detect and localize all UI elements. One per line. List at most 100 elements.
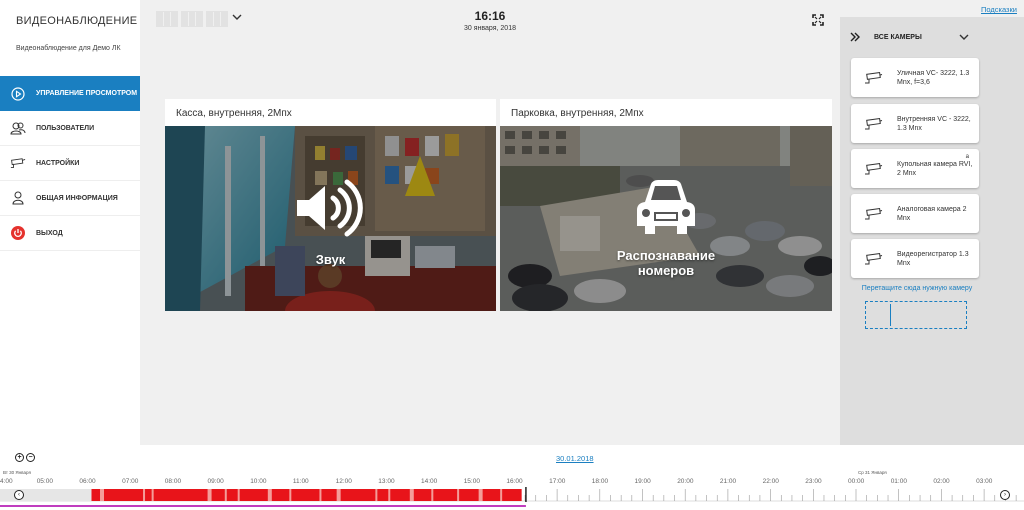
- speaker-icon: [297, 179, 363, 237]
- layout-9-button[interactable]: [206, 11, 228, 27]
- recording-gap: [375, 489, 378, 501]
- hour-label: 4:00: [0, 478, 13, 485]
- nav-item-label: ВЫХОД: [36, 229, 63, 237]
- recording-gap: [431, 489, 434, 501]
- chevron-down-icon[interactable]: [958, 32, 970, 42]
- users-icon: [10, 120, 26, 136]
- nav-item-label: НАСТРОЙКИ: [36, 159, 80, 167]
- timeline-prev-icon[interactable]: ‹: [14, 490, 24, 500]
- cameras-panel-header: ВСЕ КАМЕРЫ: [850, 30, 970, 44]
- drop-zone[interactable]: [865, 301, 967, 329]
- hour-label: 21:00: [719, 478, 737, 485]
- camera-title: Касса, внутренняя, 2Мпх: [176, 108, 292, 119]
- recording-gap: [237, 489, 240, 501]
- recording-gap: [267, 489, 272, 501]
- camera-tile-parking[interactable]: Парковка, внутренняя, 2Мпх Распознавание…: [500, 99, 832, 311]
- camera-card-name: Купольная камера RVI, 2 Mnx: [897, 160, 973, 177]
- collapse-panel-icon[interactable]: [850, 32, 860, 42]
- cameras-panel-title: ВСЕ КАМЕРЫ: [874, 33, 922, 41]
- recording-gap: [100, 489, 105, 501]
- camera-feature-label: Распознавание номеров: [616, 248, 716, 278]
- camera-card[interactable]: Аналоговая камера 2 Mnx: [851, 194, 979, 233]
- hour-label: 02:00: [933, 478, 950, 485]
- hour-label: 22:00: [762, 478, 779, 485]
- recording-gap: [151, 489, 154, 501]
- hour-label: 07:00: [122, 478, 139, 485]
- hour-label: 23:00: [805, 478, 822, 485]
- cctv-camera-icon: [865, 207, 883, 219]
- cctv-camera-icon: [865, 162, 883, 174]
- hour-label: 12:00: [335, 478, 352, 485]
- cctv-camera-icon: [865, 117, 883, 129]
- hour-label: 19:00: [634, 478, 651, 485]
- nav-item-general-info[interactable]: ОБЩАЯ ИНФОРМАЦИЯ: [0, 181, 140, 216]
- hour-label: 17:00: [549, 478, 566, 485]
- hour-label: 08:00: [164, 478, 182, 485]
- recording-gap: [319, 489, 322, 501]
- nav-item-users[interactable]: ПОЛЬЗОВАТЕЛИ: [0, 111, 140, 146]
- camera-video[interactable]: Звук: [165, 126, 496, 311]
- sidebar: ВИДЕОНАБЛЮДЕНИЕ Видеонаблюдение для Демо…: [0, 0, 140, 445]
- camera-card-name: Аналоговая камера 2 Mnx: [897, 205, 967, 222]
- play-circle-icon: [10, 86, 26, 102]
- camera-card-badge: a: [965, 154, 969, 160]
- recording-gap: [143, 489, 146, 501]
- hour-label: 15:00: [463, 478, 480, 485]
- timeline: + − 30.01.2018 Вт 30 Января Ср 31 Января…: [0, 445, 1024, 510]
- camera-card[interactable]: Видеорегистратор 1.3 Mnx: [851, 239, 979, 278]
- car-plate-icon: [637, 180, 695, 234]
- camera-card-name: Видеорегистратор 1.3 Mnx: [897, 250, 969, 267]
- camera-tile-cashdesk[interactable]: Касса, внутренняя, 2Мпх Звук: [165, 99, 496, 311]
- layout-4-button[interactable]: [181, 11, 203, 27]
- nav-item-logout[interactable]: ВЫХОД: [0, 216, 140, 251]
- current-date: 30 января, 2018: [464, 25, 516, 32]
- hour-label: 05:00: [36, 478, 53, 485]
- hints-link[interactable]: Подсказки: [981, 5, 1017, 14]
- hour-label: 11:00: [292, 478, 309, 485]
- camera-card-name: Уличная VC- 3222, 1.3 Mnx, f=3,6: [897, 69, 970, 86]
- camera-settings-icon: [10, 155, 26, 171]
- hour-label: 03:00: [976, 478, 993, 485]
- nav-item-label: УПРАВЛЕНИЕ ПРОСМОТРОМ: [36, 90, 138, 97]
- drop-hint: Перетащите сюда нужную камеру: [861, 285, 973, 292]
- hour-label: 18:00: [591, 478, 609, 485]
- recording-gap: [478, 489, 483, 501]
- current-time: 16:16: [474, 9, 506, 23]
- cctv-camera-icon: [865, 71, 883, 83]
- camera-card[interactable]: Уличная VC- 3222, 1.3 Mnx, f=3,6: [851, 58, 979, 97]
- hour-label: 20:00: [677, 478, 694, 485]
- timeline-next-icon[interactable]: ›: [1000, 490, 1010, 500]
- hour-label: 14:00: [421, 478, 438, 485]
- nav-item-view-control[interactable]: УПРАВЛЕНИЕ ПРОСМОТРОМ: [0, 76, 140, 111]
- nav-menu: УПРАВЛЕНИЕ ПРОСМОТРОМ ПОЛЬЗОВАТЕЛИ НАСТР…: [0, 76, 140, 251]
- camera-card[interactable]: Внутренняя VC - 3222, 1.3 Mnx: [851, 104, 979, 143]
- camera-title: Парковка, внутренняя, 2Мпх: [511, 108, 644, 119]
- chevron-down-icon[interactable]: [231, 11, 243, 23]
- recording-gap: [336, 489, 341, 501]
- hour-label: 10:00: [250, 478, 267, 485]
- playback-progress: [0, 505, 526, 507]
- hour-label: 13:00: [378, 478, 395, 485]
- nav-item-settings[interactable]: НАСТРОЙКИ: [0, 146, 140, 181]
- camera-card[interactable]: Купольная камера RVI, 2 Mnx a: [851, 149, 979, 188]
- recording-gap: [207, 489, 212, 501]
- recording-gap: [500, 489, 503, 501]
- recording-gap: [224, 489, 227, 501]
- brand-subtitle: Видеонаблюдение для Демо ЛК: [16, 45, 121, 52]
- hour-label: 09:00: [207, 478, 224, 485]
- recording-gap: [457, 489, 460, 501]
- recording-gap: [388, 489, 391, 501]
- layout-switcher: [156, 11, 228, 27]
- fullscreen-icon[interactable]: [812, 14, 824, 26]
- power-icon: [10, 225, 26, 241]
- cctv-camera-icon: [865, 252, 883, 264]
- hour-label: 06:00: [79, 478, 96, 485]
- recording-gap: [289, 489, 292, 501]
- hour-label: 00:00: [848, 478, 865, 485]
- camera-feature-label: Звук: [315, 252, 346, 267]
- hour-label: 01:00: [890, 478, 907, 485]
- layout-1-button[interactable]: [156, 11, 178, 27]
- camera-video[interactable]: Распознавание номеров: [500, 126, 832, 311]
- hour-label: 16:00: [506, 478, 523, 485]
- recording-gap: [409, 489, 414, 501]
